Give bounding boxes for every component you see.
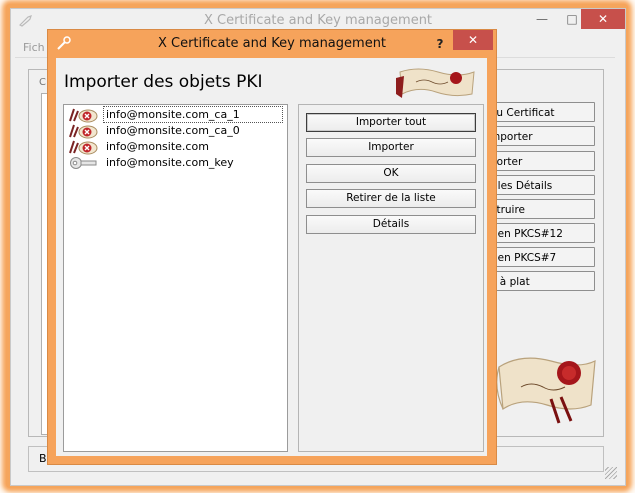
minimize-button[interactable]: — (527, 9, 557, 29)
tab-label[interactable]: C (39, 77, 46, 88)
list-item[interactable]: info@monsite.com_ca_0 (66, 123, 284, 139)
menu-file[interactable]: Fich (23, 41, 45, 54)
certificate-revoked-icon (69, 124, 98, 139)
certificate-revoked-icon (69, 140, 98, 155)
remove-from-list-button[interactable]: Retirer de la liste (306, 189, 476, 208)
main-button-1[interactable]: au Certificat (487, 102, 595, 122)
dialog-body: Importer des objets PKI info@monsite.com… (56, 58, 487, 456)
help-button[interactable]: ? (432, 34, 448, 54)
list-item[interactable]: info@monsite.com_ca_1 (66, 106, 284, 123)
app-icon (19, 15, 32, 27)
list-item-label: info@monsite.com_key (106, 156, 234, 169)
main-button-2[interactable]: mporter (487, 126, 595, 146)
list-item[interactable]: info@monsite.com_key (66, 155, 284, 171)
list-item[interactable]: info@monsite.com (66, 139, 284, 155)
list-item-label: info@monsite.com_ca_0 (106, 124, 240, 137)
main-button-3[interactable]: porter (487, 151, 595, 171)
certificate-revoked-icon (69, 108, 98, 123)
key-icon (70, 157, 97, 169)
list-item-label: info@monsite.com_ca_1 (103, 106, 283, 123)
ok-button[interactable]: OK (306, 164, 476, 183)
actions-panel: Importer tout Importer OK Retirer de la … (298, 104, 484, 452)
import-button[interactable]: Importer (306, 138, 476, 157)
import-all-button[interactable]: Importer tout (306, 113, 476, 132)
main-close-button[interactable]: ✕ (581, 9, 625, 29)
list-item-label: info@monsite.com (106, 140, 209, 153)
main-button-4[interactable]: r les Détails (487, 175, 595, 195)
main-button-5[interactable]: étruire (487, 199, 595, 219)
main-button-8[interactable]: e à plat (487, 271, 595, 291)
scroll-logo-large (496, 357, 596, 424)
main-button-7[interactable]: r en PKCS#7 (487, 247, 595, 267)
dialog-close-button[interactable]: ✕ (453, 30, 493, 50)
scroll-logo (396, 68, 475, 98)
pki-object-list[interactable]: info@monsite.com_ca_1 info@monsite.com_c… (63, 104, 288, 452)
import-dialog: X Certificate and Key management ? ✕ Imp… (47, 29, 497, 465)
main-button-6[interactable]: r en PKCS#12 (487, 223, 595, 243)
dialog-title: X Certificate and Key management (157, 36, 387, 51)
dialog-heading: Importer des objets PKI (64, 72, 263, 92)
details-button[interactable]: Détails (306, 215, 476, 234)
resize-grip[interactable] (605, 467, 617, 479)
